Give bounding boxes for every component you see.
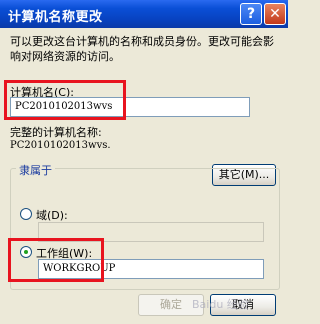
title-bar: 计算机名称更改 ? ✕ — [0, 0, 288, 28]
domain-label: 域(D): — [36, 209, 68, 222]
highlight-workgroup — [8, 238, 104, 282]
watermark: Baidu 经验 — [192, 298, 249, 311]
full-name-value: PC2010102013wvs. — [10, 140, 111, 151]
window-title: 计算机名称更改 — [8, 10, 103, 25]
description-text: 可以更改这台计算机的名称和成员身份。更改可能会影响对网络资源的访问。 — [10, 35, 274, 63]
close-button[interactable]: ✕ — [264, 3, 286, 25]
help-button[interactable]: ? — [240, 3, 262, 25]
domain-radio[interactable] — [20, 208, 32, 220]
highlight-computer-name — [4, 80, 126, 120]
member-of-legend: 隶属于 — [16, 162, 55, 178]
full-name-label: 完整的计算机名称: — [10, 126, 102, 139]
